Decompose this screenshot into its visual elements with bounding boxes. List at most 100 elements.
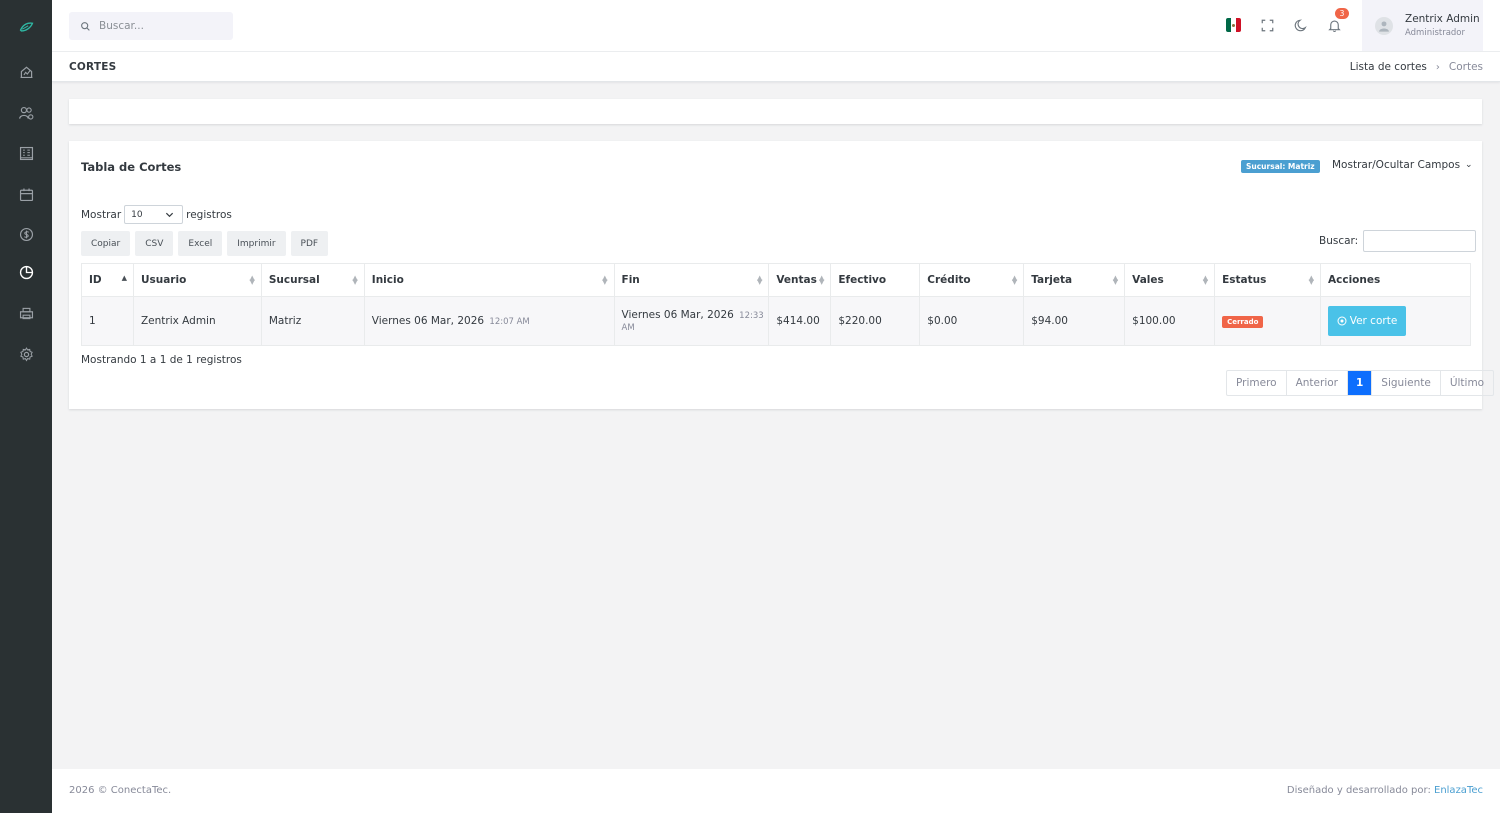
footer-copyright: 2026 © ConectaTec. bbox=[69, 785, 172, 796]
footer-credits: Diseñado y desarrollado por: EnlazaTec bbox=[1287, 785, 1483, 796]
fullscreen-button[interactable] bbox=[1257, 15, 1277, 35]
language-flag-mexico[interactable] bbox=[1226, 18, 1241, 32]
page-title: CORTES bbox=[69, 61, 117, 73]
column-header-fin[interactable]: Fin ▲ ▼ bbox=[613, 263, 770, 297]
sort-icon: ▲ ▼ bbox=[1202, 274, 1209, 286]
cell-tarjeta: $94.00 bbox=[1023, 296, 1126, 346]
copy-button[interactable]: Copiar bbox=[81, 231, 131, 256]
fin-date: Viernes 06 Mar, 2026 bbox=[621, 309, 734, 321]
global-search-input[interactable] bbox=[99, 20, 219, 32]
column-header-efectivo: Efectivo bbox=[830, 263, 921, 297]
chevron-down-icon: ⌄ bbox=[1465, 160, 1473, 170]
footer-credits-link[interactable]: EnlazaTec bbox=[1434, 785, 1483, 796]
table-search-input[interactable] bbox=[1363, 230, 1477, 252]
column-header-estatus[interactable]: Estatus ▲ ▼ bbox=[1214, 263, 1321, 297]
calendar-icon bbox=[19, 188, 33, 201]
sucursal-badge: Sucursal: Matriz bbox=[1241, 160, 1320, 173]
table-header-row: ID ▲ Usuario ▲ ▼ Sucursal ▲ ▼ Inicio ▲ ▼ Fin ▲ ▼ … bbox=[81, 263, 1471, 297]
print-button[interactable]: Imprimir bbox=[227, 231, 286, 256]
sidebar-item-printer[interactable] bbox=[0, 298, 52, 328]
money-icon bbox=[19, 227, 33, 241]
sort-icon: ▲ ▼ bbox=[1112, 274, 1119, 286]
page-length-control: Mostrar 10 registros bbox=[81, 205, 232, 224]
cell-credito: $0.00 bbox=[919, 296, 1025, 346]
column-header-credito[interactable]: Crédito ▲ ▼ bbox=[919, 263, 1025, 297]
cortes-table: ID ▲ Usuario ▲ ▼ Sucursal ▲ ▼ Inicio ▲ ▼ Fin ▲ ▼ … bbox=[81, 263, 1471, 346]
cell-acciones: Ver corte bbox=[1320, 296, 1471, 346]
toggle-fields-label: Mostrar/Ocultar Campos bbox=[1332, 159, 1461, 171]
global-search[interactable] bbox=[69, 12, 233, 40]
sidebar-item-users[interactable] bbox=[0, 98, 52, 128]
filters-card bbox=[69, 99, 1482, 124]
dark-mode-toggle[interactable] bbox=[1291, 15, 1311, 35]
pagination-next[interactable]: Siguiente bbox=[1372, 371, 1441, 395]
building-icon bbox=[19, 146, 33, 160]
fullscreen-icon bbox=[1261, 19, 1273, 31]
status-badge: Cerrado bbox=[1222, 315, 1264, 328]
sort-icon: ▲ ▼ bbox=[1308, 274, 1314, 286]
sort-asc-icon: ▲ bbox=[121, 274, 127, 282]
chevron-down-icon bbox=[166, 212, 174, 218]
users-gear-icon bbox=[18, 106, 33, 120]
cell-id: 1 bbox=[81, 296, 134, 346]
sidebar bbox=[0, 0, 52, 813]
pagination-page-1[interactable]: 1 bbox=[1347, 371, 1373, 395]
sort-icon: ▲ ▼ bbox=[249, 274, 255, 286]
column-header-id[interactable]: ID ▲ bbox=[81, 263, 134, 297]
sidebar-item-settings[interactable] bbox=[0, 339, 52, 369]
sidebar-item-buildings[interactable] bbox=[0, 138, 52, 168]
page-length-value: 10 bbox=[131, 209, 143, 220]
cell-usuario: Zentrix Admin bbox=[132, 296, 262, 346]
cell-ventas: $414.00 bbox=[768, 296, 832, 346]
excel-button[interactable]: Excel bbox=[178, 231, 223, 256]
ver-corte-label: Ver corte bbox=[1349, 315, 1398, 327]
cell-fin: Viernes 06 Mar, 2026 12:33 AM bbox=[613, 296, 770, 346]
inicio-time: 12:07 AM bbox=[489, 317, 530, 327]
search-icon bbox=[81, 21, 90, 31]
cell-sucursal: Matriz bbox=[260, 296, 365, 346]
sidebar-item-cortes[interactable] bbox=[0, 257, 52, 287]
column-header-tarjeta[interactable]: Tarjeta ▲ ▼ bbox=[1023, 263, 1126, 297]
printer-icon bbox=[19, 307, 33, 319]
cell-vales: $100.00 bbox=[1124, 296, 1216, 346]
column-header-usuario[interactable]: Usuario ▲ ▼ bbox=[132, 263, 262, 297]
column-header-ventas[interactable]: Ventas ▲ ▼ bbox=[768, 263, 832, 297]
bell-icon bbox=[1327, 19, 1341, 32]
sidebar-item-calendar[interactable] bbox=[0, 179, 52, 209]
page-length-select[interactable]: 10 bbox=[124, 205, 184, 224]
breadcrumb-current: Cortes bbox=[1448, 61, 1483, 73]
user-menu[interactable]: Zentrix Admin Administrador bbox=[1362, 0, 1483, 51]
sort-icon: ▲ ▼ bbox=[352, 274, 358, 286]
brand-leaf-icon bbox=[19, 21, 33, 32]
table-search: Buscar: bbox=[1319, 230, 1477, 252]
notification-count-badge: 3 bbox=[1335, 8, 1349, 19]
sidebar-item-money[interactable] bbox=[0, 219, 52, 249]
table-info: Mostrando 1 a 1 de 1 registros bbox=[81, 354, 242, 366]
table-row: 1 Zentrix Admin Matriz Viernes 06 Mar, 2… bbox=[81, 296, 1471, 346]
sidebar-item-dashboard[interactable] bbox=[0, 56, 52, 86]
column-header-inicio[interactable]: Inicio ▲ ▼ bbox=[363, 263, 615, 297]
breadcrumb-link-lista[interactable]: Lista de cortes bbox=[1350, 61, 1427, 73]
records-label: registros bbox=[186, 208, 232, 221]
pagination-prev[interactable]: Anterior bbox=[1287, 371, 1348, 395]
brand-logo[interactable] bbox=[0, 12, 52, 42]
pdf-button[interactable]: PDF bbox=[290, 231, 329, 256]
moon-icon bbox=[1294, 18, 1307, 31]
ver-corte-button[interactable]: Ver corte bbox=[1328, 306, 1406, 336]
column-header-vales[interactable]: Vales ▲ ▼ bbox=[1124, 263, 1216, 297]
column-header-sucursal[interactable]: Sucursal ▲ ▼ bbox=[260, 263, 365, 297]
pagination: Primero Anterior 1 Siguiente Último bbox=[1226, 370, 1495, 396]
chart-home-icon bbox=[20, 65, 32, 78]
pie-chart-icon bbox=[19, 265, 33, 279]
pagination-last[interactable]: Último bbox=[1441, 371, 1493, 395]
csv-button[interactable]: CSV bbox=[135, 231, 174, 256]
user-avatar-icon bbox=[1379, 20, 1389, 32]
table-search-label: Buscar: bbox=[1319, 235, 1359, 247]
toggle-fields-dropdown[interactable]: Mostrar/Ocultar Campos ⌄ bbox=[1332, 159, 1473, 171]
column-header-acciones: Acciones bbox=[1320, 263, 1471, 297]
gear-icon bbox=[19, 346, 33, 361]
sort-icon: ▲ ▼ bbox=[756, 274, 763, 286]
inicio-date: Viernes 06 Mar, 2026 bbox=[371, 315, 485, 327]
pagination-first[interactable]: Primero bbox=[1227, 371, 1287, 395]
user-name: Zentrix Admin bbox=[1405, 13, 1480, 25]
